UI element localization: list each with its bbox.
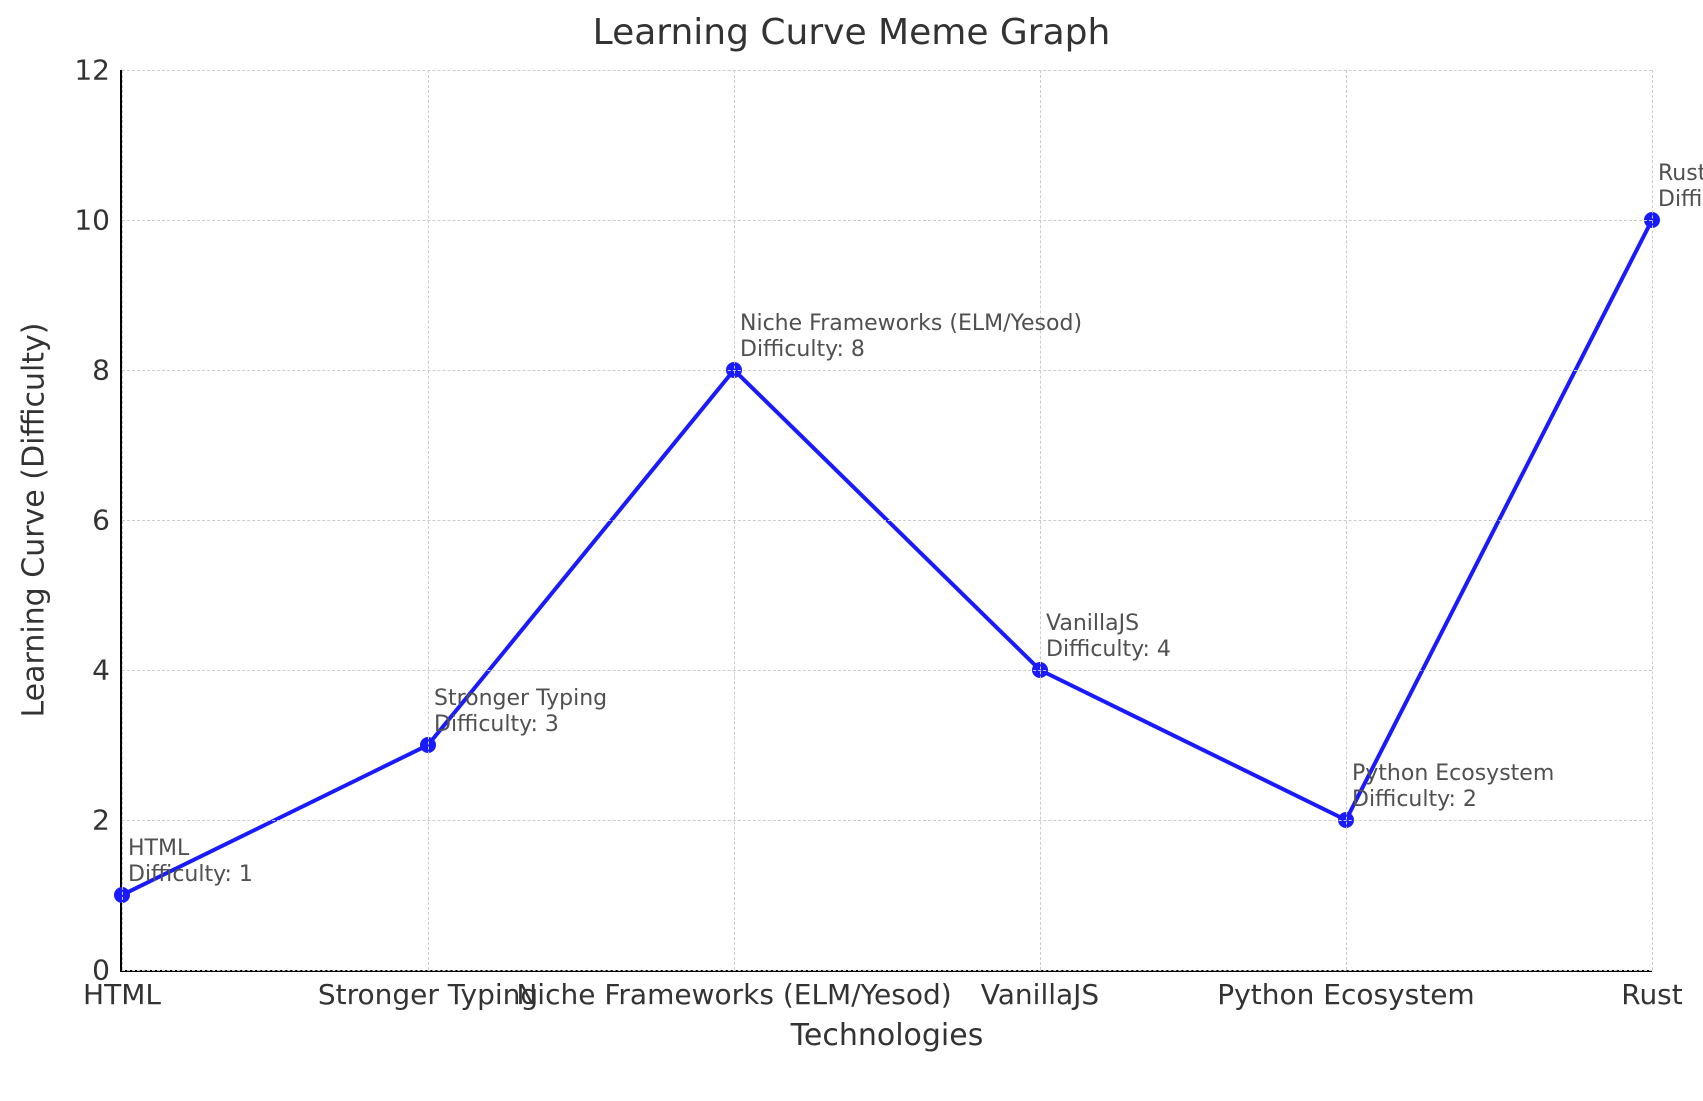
x-tick-label: Stronger Typing bbox=[318, 978, 538, 1011]
x-tick-label: Rust bbox=[1621, 978, 1683, 1011]
y-tick-label: 10 bbox=[74, 204, 110, 237]
y-tick-label: 6 bbox=[92, 504, 110, 537]
x-tick-label: HTML bbox=[83, 978, 161, 1011]
annotation-label: Stronger Typing bbox=[434, 686, 607, 711]
chart-wrapper: Learning Curve Meme Graph Learning Curve… bbox=[0, 0, 1703, 1101]
gridline-horizontal bbox=[122, 220, 1652, 221]
annotation-label: Rust bbox=[1658, 161, 1703, 186]
annotation-difficulty: Difficulty: 10 bbox=[1658, 188, 1703, 214]
y-tick-label: 8 bbox=[92, 354, 110, 387]
chart-title: Learning Curve Meme Graph bbox=[0, 12, 1703, 53]
gridline-horizontal bbox=[122, 970, 1652, 971]
annotation-label: HTML bbox=[128, 836, 189, 861]
data-point-annotation: RustDifficulty: 10 bbox=[1658, 161, 1703, 214]
gridline-vertical bbox=[122, 70, 123, 970]
data-point-annotation: Niche Frameworks (ELM/Yesod)Difficulty: … bbox=[740, 311, 1082, 364]
annotation-label: VanillaJS bbox=[1046, 611, 1139, 636]
gridline-horizontal bbox=[122, 70, 1652, 71]
gridline-horizontal bbox=[122, 520, 1652, 521]
y-axis-label: Learning Curve (Difficulty) bbox=[17, 322, 52, 717]
y-tick-label: 4 bbox=[92, 654, 110, 687]
annotation-label: Python Ecosystem bbox=[1352, 761, 1554, 786]
annotation-label: Niche Frameworks (ELM/Yesod) bbox=[740, 311, 1082, 336]
y-tick-label: 2 bbox=[92, 804, 110, 837]
x-tick-label: VanillaJS bbox=[981, 978, 1099, 1011]
data-point-annotation: Python EcosystemDifficulty: 2 bbox=[1352, 761, 1554, 814]
annotation-difficulty: Difficulty: 8 bbox=[740, 338, 1082, 364]
annotation-difficulty: Difficulty: 3 bbox=[434, 713, 607, 739]
gridline-vertical bbox=[1652, 70, 1653, 970]
plot-area: Learning Curve (Difficulty) Technologies… bbox=[120, 70, 1652, 972]
data-point-annotation: VanillaJSDifficulty: 4 bbox=[1046, 611, 1171, 664]
data-point-annotation: Stronger TypingDifficulty: 3 bbox=[434, 686, 607, 739]
x-tick-label: Niche Frameworks (ELM/Yesod) bbox=[516, 978, 951, 1011]
annotation-difficulty: Difficulty: 1 bbox=[128, 863, 253, 889]
gridline-horizontal bbox=[122, 670, 1652, 671]
gridline-vertical bbox=[734, 70, 735, 970]
gridline-horizontal bbox=[122, 820, 1652, 821]
annotation-difficulty: Difficulty: 4 bbox=[1046, 638, 1171, 664]
y-tick-label: 12 bbox=[74, 54, 110, 87]
gridline-vertical bbox=[1346, 70, 1347, 970]
annotation-difficulty: Difficulty: 2 bbox=[1352, 788, 1554, 814]
gridline-vertical bbox=[428, 70, 429, 970]
gridline-vertical bbox=[1040, 70, 1041, 970]
x-axis-label: Technologies bbox=[791, 1018, 984, 1053]
data-point-annotation: HTMLDifficulty: 1 bbox=[128, 836, 253, 889]
x-tick-label: Python Ecosystem bbox=[1217, 978, 1474, 1011]
gridline-horizontal bbox=[122, 370, 1652, 371]
